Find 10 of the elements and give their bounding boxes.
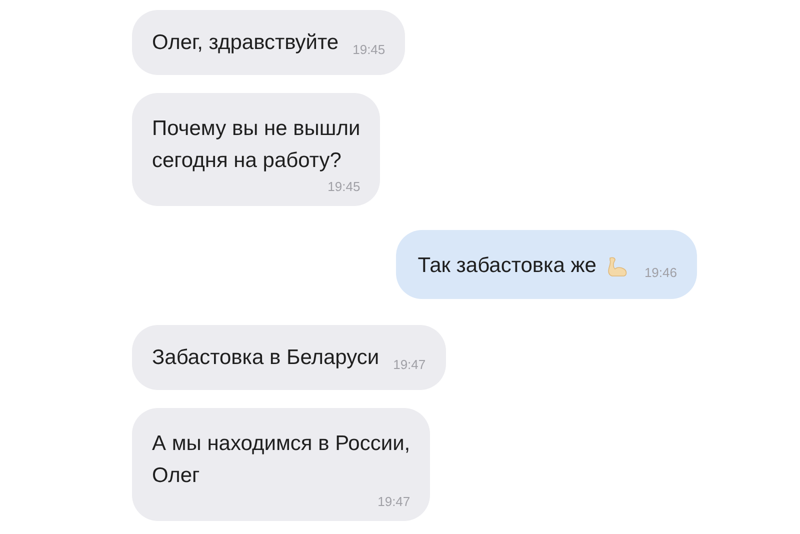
message-time: 19:47	[393, 356, 426, 372]
message-time: 19:45	[328, 179, 360, 194]
message-text: Почему вы не вышли сегодня на работу?	[152, 116, 360, 174]
message-time: 19:45	[352, 42, 386, 56]
message-time: 19:46	[644, 264, 677, 280]
message-time: 19:47	[378, 494, 410, 509]
message-text: Олег, здравствуйте	[152, 30, 339, 56]
message-text: Забастовка в Беларуси	[152, 345, 380, 371]
message-text: А мы находимся в России, Олег	[152, 431, 410, 489]
message-text: Так забастовка же	[418, 253, 596, 279]
